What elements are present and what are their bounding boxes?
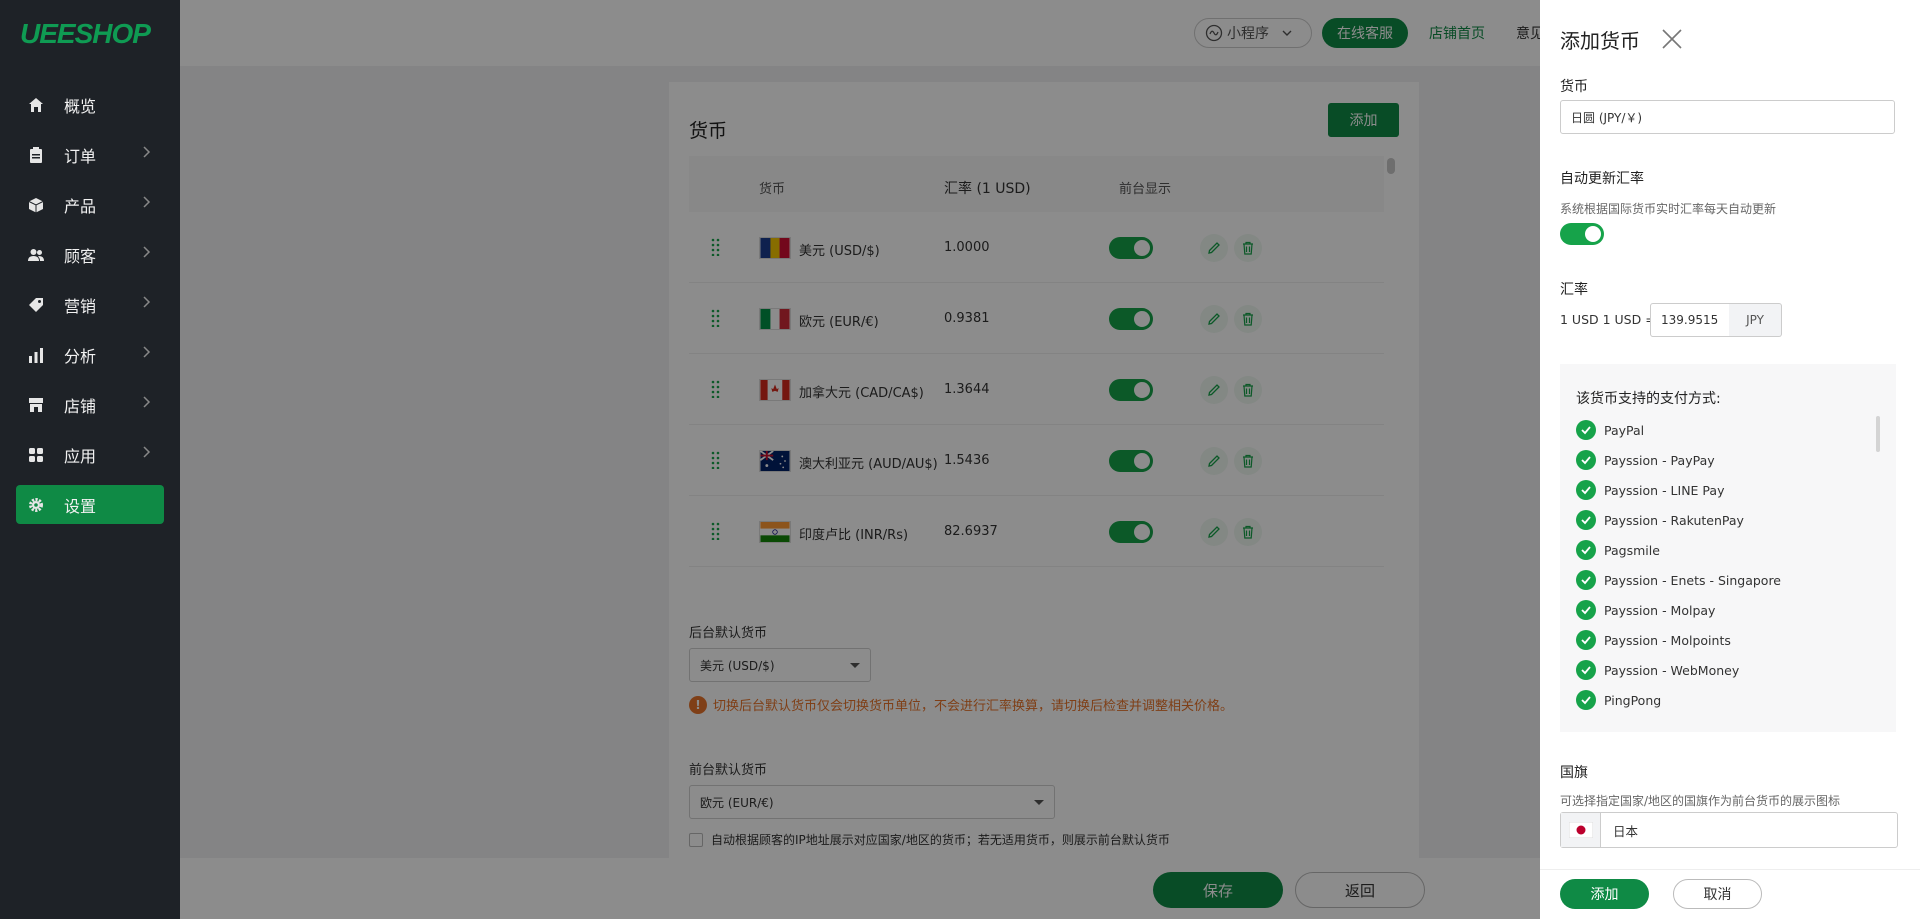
payment-name: Payssion - Molpay bbox=[1604, 602, 1716, 618]
sidebar-item-store[interactable]: 店铺 bbox=[16, 385, 164, 424]
check-circle-icon bbox=[1576, 420, 1596, 440]
chevron-right-icon bbox=[143, 246, 151, 258]
currency-label: 货币 bbox=[1560, 79, 1588, 95]
chevron-right-icon bbox=[143, 296, 151, 308]
payment-name: Payssion - PayPay bbox=[1604, 452, 1715, 468]
add-currency-drawer: 添加货币 货币 日圆 (JPY/￥) 自动更新汇率 系统根据国际货币实时汇率每天… bbox=[1540, 0, 1920, 919]
payment-item: Payssion - Molpoints bbox=[1576, 630, 1731, 650]
payment-methods-panel: 该货币支持的支付方式: PayPal Payssion - PayPay Pay… bbox=[1560, 364, 1896, 732]
check-circle-icon bbox=[1576, 690, 1596, 710]
auto-update-label: 自动更新汇率 bbox=[1560, 171, 1644, 187]
sidebar-item-label: 产品 bbox=[64, 196, 97, 216]
payment-item: Payssion - PayPay bbox=[1576, 450, 1715, 470]
chevron-right-icon bbox=[143, 396, 151, 408]
payment-item: Pagsmile bbox=[1576, 540, 1660, 560]
payment-name: PingPong bbox=[1604, 692, 1662, 708]
drawer-title: 添加货币 bbox=[1560, 29, 1640, 53]
sidebar-item-settings[interactable]: 设置 bbox=[16, 485, 164, 524]
sidebar-item-label: 顾客 bbox=[64, 246, 97, 266]
users-icon bbox=[28, 248, 44, 261]
payment-item: Payssion - WebMoney bbox=[1576, 660, 1739, 680]
modal-overlay[interactable] bbox=[180, 0, 1540, 919]
chevron-right-icon bbox=[143, 196, 151, 208]
payment-item: PingPong bbox=[1576, 690, 1661, 710]
payment-item: Payssion - Molpay bbox=[1576, 600, 1715, 620]
home-icon bbox=[29, 97, 43, 112]
sidebar-item-overview[interactable]: 概览 bbox=[16, 85, 164, 124]
currency-select[interactable]: 日圆 (JPY/￥) bbox=[1560, 100, 1895, 134]
grid-apps-icon bbox=[29, 447, 43, 462]
check-circle-icon bbox=[1576, 510, 1596, 530]
payment-name: Payssion - Enets - Singapore bbox=[1604, 572, 1782, 588]
rate-input[interactable]: 139.9515 bbox=[1650, 303, 1730, 337]
flag-label: 国旗 bbox=[1560, 765, 1588, 781]
rate-unit: JPY bbox=[1729, 303, 1782, 337]
payment-item: Payssion - RakutenPay bbox=[1576, 510, 1744, 530]
sidebar-item-orders[interactable]: 订单 bbox=[16, 135, 164, 174]
sidebar-item-label: 店铺 bbox=[64, 396, 97, 416]
clipboard-icon bbox=[30, 146, 42, 163]
sidebar-item-label: 分析 bbox=[64, 346, 97, 366]
rate-prefix: 1 USD 1 USD = bbox=[1560, 312, 1656, 327]
payment-name: Payssion - LINE Pay bbox=[1604, 482, 1725, 498]
chevron-right-icon bbox=[143, 146, 151, 158]
flag-select-value: 日本 bbox=[1613, 823, 1639, 839]
store-icon bbox=[29, 397, 43, 412]
payments-scrollbar[interactable] bbox=[1876, 416, 1880, 452]
chevron-right-icon bbox=[143, 346, 151, 358]
rate-label: 汇率 bbox=[1560, 282, 1588, 298]
gear-icon bbox=[29, 497, 43, 512]
chevron-right-icon bbox=[143, 446, 151, 458]
bar-chart-icon bbox=[29, 347, 43, 363]
sidebar-item-label: 营销 bbox=[64, 296, 97, 316]
drawer-add-button[interactable]: 添加 bbox=[1560, 879, 1649, 909]
sidebar-item-label: 应用 bbox=[64, 446, 97, 466]
sidebar-item-label: 概览 bbox=[64, 96, 97, 116]
auto-update-description: 系统根据国际货币实时汇率每天自动更新 bbox=[1560, 202, 1777, 216]
payment-name: PayPal bbox=[1604, 422, 1645, 438]
payment-item: PayPal bbox=[1576, 420, 1644, 440]
japan-flag-icon bbox=[1561, 813, 1601, 847]
payment-name: Payssion - WebMoney bbox=[1604, 662, 1740, 678]
payments-title: 该货币支持的支付方式: bbox=[1576, 391, 1721, 407]
check-circle-icon bbox=[1576, 480, 1596, 500]
sidebar-item-label: 订单 bbox=[64, 146, 97, 166]
sidebar-item-customers[interactable]: 顾客 bbox=[16, 235, 164, 274]
check-circle-icon bbox=[1576, 660, 1596, 680]
check-circle-icon bbox=[1576, 540, 1596, 560]
auto-update-toggle[interactable] bbox=[1560, 223, 1604, 245]
check-circle-icon bbox=[1576, 600, 1596, 620]
payment-item: Payssion - Enets - Singapore bbox=[1576, 570, 1781, 590]
tag-icon bbox=[29, 297, 43, 312]
sidebar-item-analytics[interactable]: 分析 bbox=[16, 335, 164, 374]
check-circle-icon bbox=[1576, 570, 1596, 590]
drawer-cancel-button[interactable]: 取消 bbox=[1673, 879, 1762, 909]
close-icon[interactable] bbox=[1660, 27, 1684, 51]
payment-name: Payssion - Molpoints bbox=[1604, 632, 1731, 648]
flag-description: 可选择指定国家/地区的国旗作为前台货币的展示图标 bbox=[1560, 794, 1841, 808]
box-icon bbox=[28, 197, 44, 212]
payment-item: Payssion - LINE Pay bbox=[1576, 480, 1724, 500]
check-circle-icon bbox=[1576, 450, 1596, 470]
payment-name: Payssion - RakutenPay bbox=[1604, 512, 1744, 528]
flag-select[interactable]: 日本 bbox=[1560, 812, 1898, 848]
sidebar-item-apps[interactable]: 应用 bbox=[16, 435, 164, 474]
payment-name: Pagsmile bbox=[1604, 542, 1660, 558]
check-circle-icon bbox=[1576, 630, 1596, 650]
sidebar-item-products[interactable]: 产品 bbox=[16, 185, 164, 224]
logo: UEESHOP bbox=[20, 18, 151, 49]
sidebar-item-marketing[interactable]: 营销 bbox=[16, 285, 164, 324]
drawer-footer-divider bbox=[1540, 869, 1920, 870]
sidebar-item-label: 设置 bbox=[64, 496, 97, 516]
sidebar: UEESHOP 概览 订单 产品 顾客 营销 分析 店铺 应用 设置 bbox=[0, 0, 180, 919]
